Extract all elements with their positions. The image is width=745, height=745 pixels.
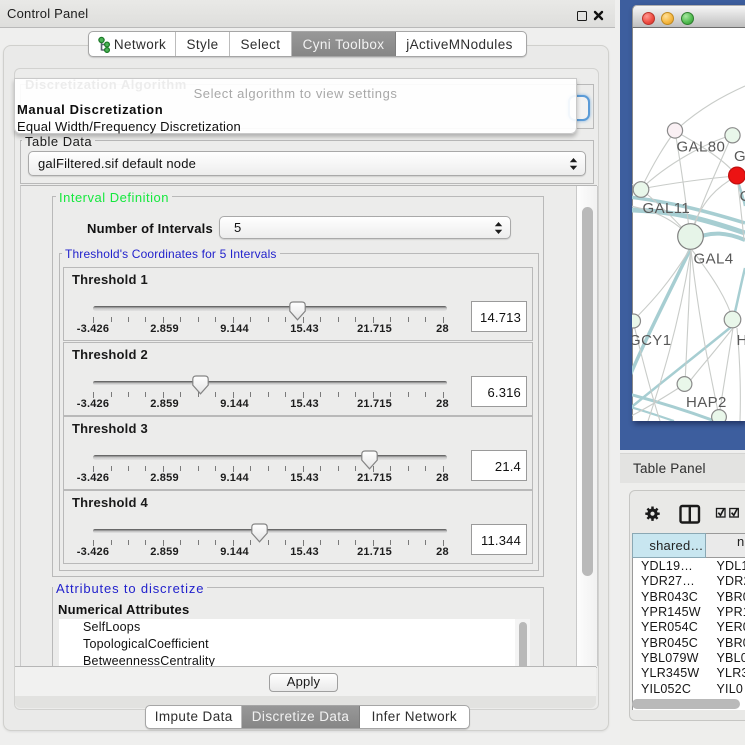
svg-text:GAL4: GAL4 xyxy=(694,251,734,268)
svg-text:GAL11: GAL11 xyxy=(643,200,691,217)
svg-text:GAL80: GAL80 xyxy=(677,139,726,156)
svg-text:GAL: GAL xyxy=(734,148,745,165)
svg-text:H: H xyxy=(737,332,745,349)
svg-text:C: C xyxy=(740,188,745,205)
svg-text:HAP2: HAP2 xyxy=(686,394,727,411)
svg-text:GCY1: GCY1 xyxy=(632,332,671,349)
